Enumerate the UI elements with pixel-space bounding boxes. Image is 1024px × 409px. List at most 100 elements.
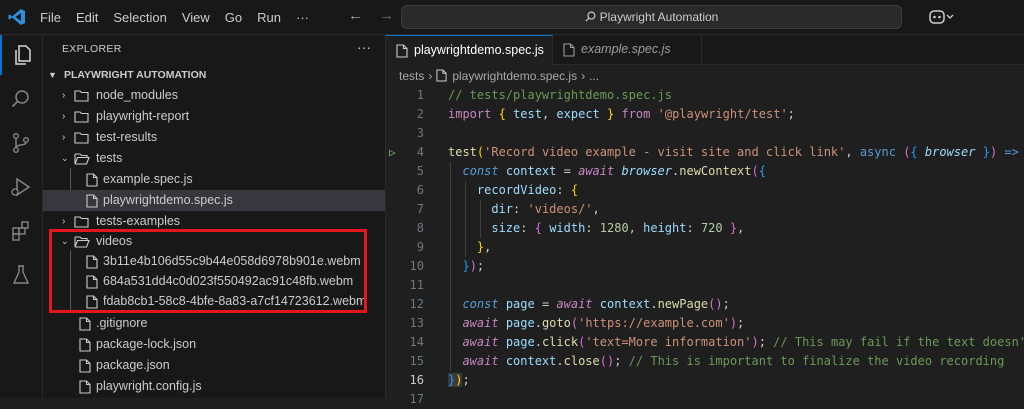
run-debug-activity[interactable] [0, 167, 42, 207]
breadcrumb-more[interactable]: ... [589, 69, 599, 83]
file-icon [86, 173, 98, 187]
line-number: 9 [416, 240, 424, 254]
extensions-icon [12, 221, 29, 241]
search-activity[interactable] [0, 79, 42, 119]
keyword: async [859, 145, 896, 159]
menu-go[interactable]: Go [225, 10, 242, 25]
property: height [643, 221, 687, 235]
tree-item-label: playwright-report [96, 109, 190, 123]
line-number: 7 [416, 202, 424, 216]
string: '@playwright/test' [657, 107, 788, 121]
tree-file-example-spec[interactable]: example.spec.js [43, 169, 385, 190]
line-number: 15 [409, 354, 424, 368]
parameter: browser [924, 145, 976, 159]
identifier: page [505, 297, 535, 311]
breadcrumb-file[interactable]: playwrightdemo.spec.js [452, 69, 577, 83]
line-number: 1 [416, 88, 424, 102]
menu-bar: File Edit Selection View Go Run ··· [40, 0, 324, 34]
tab-label: example.spec.js [581, 42, 671, 56]
run-debug-icon [11, 177, 31, 197]
tree-item-label: node_modules [96, 88, 179, 102]
files-icon [15, 45, 31, 65]
method: goto [541, 316, 571, 330]
tree-file-package-json[interactable]: package.json [43, 355, 385, 376]
testing-activity[interactable] [0, 255, 42, 295]
tree-item-label: package.json [96, 358, 170, 372]
workspace-folder-name: PLAYWRIGHT AUTOMATION [64, 69, 207, 81]
code-line-6: recordVideo: { [476, 183, 579, 197]
identifier: context [599, 297, 651, 311]
code-line-13: await page.goto('https://example.com'); [462, 316, 745, 330]
extensions-activity[interactable] [0, 211, 42, 251]
keyword: await [556, 297, 593, 311]
keyword: const [462, 164, 499, 178]
chevron-right-icon: › [62, 111, 66, 122]
editor-area: playwrightdemo.spec.js example.spec.js t… [386, 35, 1024, 406]
keyword: await [462, 316, 499, 330]
folder-icon [74, 216, 89, 228]
code-line-14: await page.click('text=More information'… [448, 333, 1024, 352]
function-name: test [448, 145, 477, 159]
identifier: page [505, 316, 535, 330]
chevron-right-icon: › [62, 90, 66, 101]
code-line-16: }); [448, 373, 470, 387]
explorer-more-icon[interactable]: ··· [357, 39, 371, 55]
comment: // This may fail if the text doesn' [773, 335, 1024, 349]
vscode-logo-icon [8, 9, 25, 25]
code-editor[interactable]: 1 2 3 4 5 6 7 8 9 10 11 12 13 14 15 16 1… [386, 86, 1024, 406]
chevron-right-icon: › [428, 69, 433, 83]
tree-item-label: .gitignore [96, 316, 148, 330]
chevron-right-icon: › [581, 69, 586, 83]
back-arrow-icon[interactable]: ← [348, 7, 363, 24]
menu-more[interactable]: ··· [296, 10, 309, 25]
property: dir [491, 202, 514, 216]
tree-folder-node-modules[interactable]: › node_modules [43, 85, 385, 106]
identifier: expect [556, 107, 600, 121]
method: newContext [679, 164, 752, 178]
menu-run[interactable]: Run [257, 10, 281, 25]
keyword: await [462, 354, 499, 368]
tree-item-label: example.spec.js [103, 172, 193, 186]
source-control-activity[interactable] [0, 123, 42, 163]
file-icon [86, 194, 98, 208]
identifier: context [505, 354, 557, 368]
comment: // tests/playwrightdemo.spec.js [448, 88, 672, 102]
explorer-activity[interactable] [0, 35, 44, 75]
tree-folder-playwright-report[interactable]: › playwright-report [43, 106, 385, 127]
tree-file-playwrightdemo-spec[interactable]: playwrightdemo.spec.js [43, 190, 385, 211]
menu-file[interactable]: File [40, 10, 61, 25]
punctuation: { [498, 107, 506, 121]
menu-edit[interactable]: Edit [76, 10, 98, 25]
tree-item-label: test-results [96, 130, 158, 144]
tab-example-spec[interactable]: example.spec.js [553, 35, 702, 64]
code-line-9: }, [476, 240, 492, 254]
menu-selection[interactable]: Selection [113, 10, 166, 25]
title-bar: File Edit Selection View Go Run ··· ← → … [0, 0, 1024, 35]
search-icon [585, 11, 596, 22]
file-icon [79, 317, 91, 331]
file-icon [79, 359, 91, 373]
method: close [563, 354, 600, 368]
identifier: browser [621, 164, 673, 178]
tree-folder-tests[interactable]: ⌄ tests [43, 148, 385, 169]
breadcrumb-folder[interactable]: tests [399, 69, 424, 83]
identifier: context [505, 164, 557, 178]
file-icon [79, 338, 91, 352]
menu-view[interactable]: View [182, 10, 210, 25]
method: newPage [657, 297, 709, 311]
tab-playwrightdemo-spec[interactable]: playwrightdemo.spec.js [386, 35, 553, 66]
code-line-15: await context.close(); // This is import… [462, 354, 1005, 368]
breadcrumb: tests › playwrightdemo.spec.js ›... [399, 67, 603, 85]
tree-folder-test-results[interactable]: › test-results [43, 127, 385, 148]
tree-file-gitignore[interactable]: .gitignore [43, 313, 385, 334]
line-number: 10 [409, 259, 424, 273]
tree-file-package-lock[interactable]: package-lock.json [43, 334, 385, 355]
tree-item-label: tests [96, 151, 123, 165]
source-control-icon [13, 133, 29, 153]
command-center-search[interactable]: Playwright Automation [401, 5, 902, 29]
workspace-folder-header[interactable]: ▼ PLAYWRIGHT AUTOMATION [43, 65, 385, 85]
tree-file-playwright-config[interactable]: playwright.config.js [43, 376, 385, 397]
forward-arrow-icon[interactable]: → [379, 7, 394, 24]
run-test-icon[interactable]: ▷ [389, 143, 396, 162]
copilot-icon[interactable] [928, 8, 954, 26]
